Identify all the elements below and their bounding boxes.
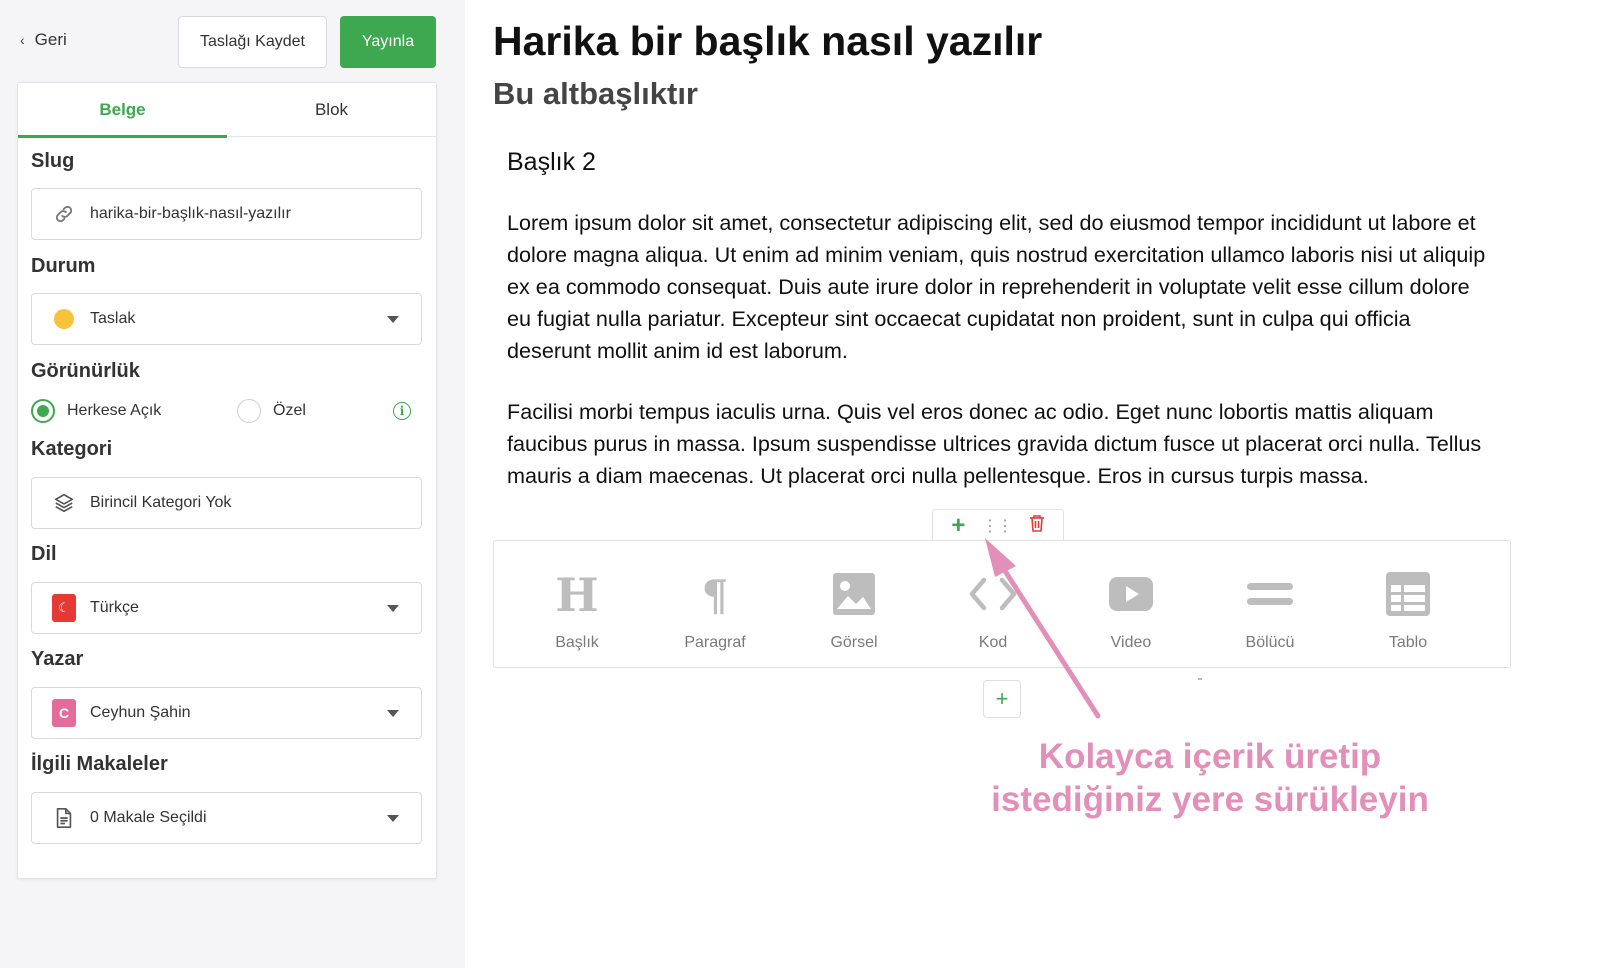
visibility-options: Herkese Açık Özel i [31, 399, 422, 429]
block-option-video[interactable]: Video [1060, 541, 1202, 669]
sidebar-topbar: ‹ Geri Taslağı Kaydet Yayınla [0, 0, 465, 84]
status-value: Taslak [90, 310, 136, 327]
block-option-table[interactable]: Tablo [1337, 541, 1479, 669]
layers-icon [52, 491, 76, 515]
code-icon [968, 570, 1018, 618]
language-label: Dil [31, 543, 57, 565]
caret-down-icon [387, 316, 399, 323]
slug-field[interactable]: harika-bir-başlık-nasıl-yazılır [31, 188, 422, 240]
post-subtitle[interactable]: Bu altbaşlıktır [493, 76, 698, 112]
category-label: Kategori [31, 438, 113, 460]
divider-icon [1247, 570, 1293, 618]
paragraph-icon: ¶ [698, 570, 732, 618]
paragraph-block[interactable]: Facilisi morbi tempus iaculis urna. Quis… [507, 396, 1492, 492]
sidebar: ‹ Geri Taslağı Kaydet Yayınla Belge Blok… [0, 0, 465, 968]
annotation-text: Kolayca içerik üretip istediğiniz yere s… [970, 735, 1450, 821]
status-dot-icon [52, 307, 76, 331]
save-draft-button[interactable]: Taslağı Kaydet [178, 16, 327, 68]
language-select[interactable]: ☾ Türkçe [31, 582, 422, 634]
trash-icon[interactable] [1029, 514, 1045, 537]
block-picker: H Başlık ¶ Paragraf Görsel Kod Video Böl… [493, 540, 1511, 668]
language-value: Türkçe [90, 599, 139, 616]
drag-handle-icon[interactable]: ⋮⋮ [982, 516, 1013, 536]
divider-mark [1198, 678, 1202, 680]
image-icon [832, 570, 876, 618]
back-button[interactable]: ‹ Geri [20, 30, 67, 50]
svg-text:¶: ¶ [702, 572, 729, 616]
back-label: Geri [34, 30, 67, 49]
video-icon [1109, 570, 1153, 618]
visibility-public-radio[interactable]: Herkese Açık [31, 399, 161, 423]
link-icon [52, 202, 76, 226]
block-label: Başlık [555, 634, 599, 651]
block-toolbar: + ⋮⋮ [932, 509, 1064, 541]
block-label: Video [1110, 634, 1152, 651]
caret-down-icon [387, 605, 399, 612]
table-icon [1386, 570, 1430, 618]
editor-canvas: Harika bir başlık nasıl yazılır Bu altba… [465, 0, 1600, 968]
turkey-flag-icon: ☾ [52, 594, 76, 622]
post-title[interactable]: Harika bir başlık nasıl yazılır [493, 18, 1042, 65]
svg-text:H: H [557, 572, 597, 616]
author-select[interactable]: C Ceyhun Şahin [31, 687, 422, 739]
block-label: Paragraf [684, 634, 746, 651]
related-articles-select[interactable]: 0 Makale Seçildi [31, 792, 422, 844]
block-label: Görsel [830, 634, 878, 651]
heading-icon: H [557, 570, 597, 618]
author-value: Ceyhun Şahin [90, 704, 191, 721]
block-label: Kod [978, 634, 1008, 651]
visibility-label: Görünürlük [31, 360, 140, 382]
caret-down-icon [387, 710, 399, 717]
slug-label: Slug [31, 150, 75, 172]
visibility-private-radio[interactable]: Özel [237, 399, 306, 423]
caret-down-icon [387, 815, 399, 822]
settings-panel: Belge Blok Slug harika-bir-başlık-nasıl-… [17, 82, 437, 879]
block-option-paragraph[interactable]: ¶ Paragraf [644, 541, 786, 669]
related-label: İlgili Makaleler [31, 753, 168, 775]
radio-checked-icon [31, 399, 55, 423]
block-option-image[interactable]: Görsel [783, 541, 925, 669]
paragraph-block[interactable]: Lorem ipsum dolor sit amet, consectetur … [507, 207, 1492, 367]
visibility-public-label: Herkese Açık [67, 402, 162, 419]
status-select[interactable]: Taslak [31, 293, 422, 345]
related-value: 0 Makale Seçildi [90, 809, 207, 826]
category-field[interactable]: Birincil Kategori Yok [31, 477, 422, 529]
publish-button[interactable]: Yayınla [340, 16, 436, 68]
avatar: C [52, 699, 76, 727]
block-option-divider[interactable]: Bölücü [1199, 541, 1341, 669]
visibility-private-label: Özel [273, 402, 306, 419]
plus-icon: + [995, 686, 1009, 711]
heading-2-block[interactable]: Başlık 2 [507, 148, 596, 177]
block-label: Tablo [1388, 634, 1428, 651]
category-value: Birincil Kategori Yok [90, 494, 232, 511]
document-icon [52, 806, 76, 830]
slug-value: harika-bir-başlık-nasıl-yazılır [90, 205, 291, 222]
block-option-code[interactable]: Kod [922, 541, 1064, 669]
tab-document[interactable]: Belge [18, 83, 227, 138]
radio-unchecked-icon [237, 399, 261, 423]
info-icon[interactable]: i [393, 402, 411, 420]
chevron-left-icon: ‹ [20, 32, 25, 48]
plus-icon[interactable]: + [951, 513, 965, 538]
tab-block[interactable]: Blok [227, 83, 436, 137]
block-label: Bölücü [1245, 634, 1295, 651]
author-label: Yazar [31, 648, 84, 670]
annotation-line-2: istediğiniz yere sürükleyin [991, 780, 1429, 819]
add-block-button[interactable]: + [983, 680, 1021, 718]
block-option-heading[interactable]: H Başlık [506, 541, 648, 669]
annotation-line-1: Kolayca içerik üretip [1038, 737, 1382, 776]
status-label: Durum [31, 255, 96, 277]
panel-tabs: Belge Blok [18, 83, 436, 138]
